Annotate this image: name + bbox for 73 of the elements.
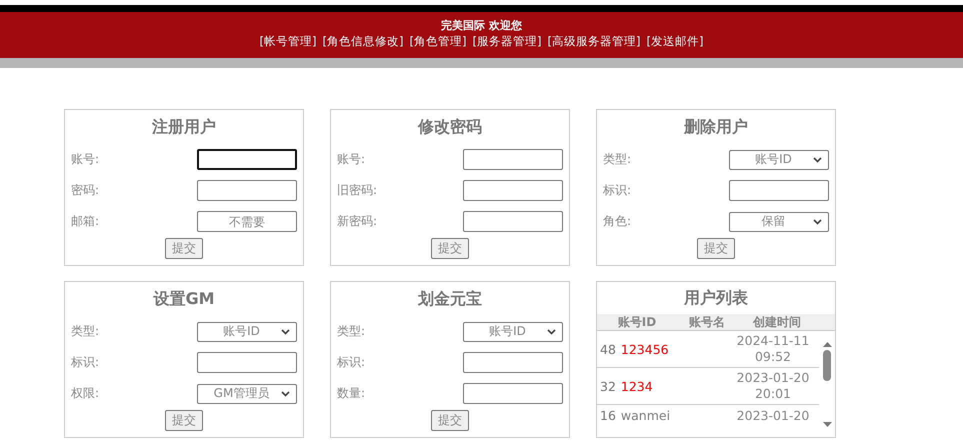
user-id: 32 [600, 378, 616, 394]
input-field[interactable] [463, 149, 563, 170]
field-label: 新密码: [337, 213, 378, 230]
field-label: 类型: [603, 151, 632, 168]
column-header: 账号名 [688, 314, 726, 330]
user-id: 16 [600, 408, 616, 423]
field-label: 标识: [603, 182, 632, 199]
column-header: 账号ID [616, 314, 658, 330]
field-label: 旧密码: [337, 182, 378, 199]
created-time: 09:52 [754, 349, 792, 365]
panel-title: 设置GM [152, 288, 216, 310]
user-id: 48 [600, 342, 616, 356]
input-field[interactable] [197, 149, 297, 170]
panel-title: 删除用户 [682, 116, 749, 138]
field-label: 标识: [337, 354, 366, 371]
table-row[interactable]: 16 wanmei 2023-01-20 [597, 405, 819, 436]
field-label: 权限: [71, 385, 100, 402]
field-label: 类型: [71, 323, 100, 340]
created-time: 2024-11-11 [736, 333, 810, 349]
nav-link[interactable]: [高级服务器管理] [547, 33, 640, 50]
input-field[interactable] [197, 352, 297, 373]
field-label: 邮箱: [71, 213, 100, 230]
input-field[interactable] [463, 383, 563, 404]
user-name: 123456 [620, 342, 669, 356]
nav-link[interactable]: [帐号管理] [260, 33, 317, 50]
scroll-up-icon[interactable] [822, 341, 832, 348]
chevron-icon [281, 390, 290, 396]
field-label: 标识: [71, 354, 100, 371]
dropdown[interactable]: GM管理员 [197, 384, 297, 404]
field-label: 账号: [337, 151, 366, 168]
nav-link[interactable]: [发送邮件] [646, 33, 704, 50]
chevron-icon [813, 218, 822, 224]
chevron-icon [813, 156, 822, 162]
site-title: 完美国际 欢迎您 [441, 19, 522, 33]
table-row[interactable]: 48 123456 2024-11-11 09:52 [597, 331, 819, 368]
input-field[interactable] [729, 180, 829, 201]
dropdown[interactable]: 账号ID [463, 322, 563, 342]
nav-link[interactable]: [服务器管理] [472, 33, 542, 50]
dropdown[interactable]: 保留 [729, 212, 829, 232]
table-row[interactable]: 32 1234 2023-01-20 20:01 [597, 368, 819, 405]
scrollbar-thumb[interactable] [823, 350, 831, 381]
created-time: 2023-01-20 [736, 370, 810, 386]
user-name: wanmei [620, 408, 670, 423]
panel-title: 修改密码 [416, 116, 483, 138]
nav-link[interactable]: [角色信息修改] [322, 33, 404, 50]
input-field[interactable] [197, 180, 297, 201]
panel-title: 划金元宝 [416, 288, 483, 310]
submit-button[interactable]: 提交 [431, 238, 469, 259]
input-field[interactable] [463, 352, 563, 373]
column-header: 创建时间 [752, 314, 802, 330]
field-label: 数量: [337, 385, 366, 402]
scroll-down-icon[interactable] [822, 421, 832, 428]
chevron-icon [547, 328, 556, 334]
field-label: 密码: [71, 182, 100, 199]
dropdown[interactable]: 账号ID [197, 322, 297, 342]
created-time: 2023-01-20 [736, 408, 810, 424]
panel-title: 注册用户 [151, 116, 217, 138]
submit-button[interactable]: 提交 [165, 238, 203, 259]
submit-button[interactable]: 提交 [431, 410, 469, 431]
input-field[interactable]: 不需要 [197, 211, 297, 232]
submit-button[interactable]: 提交 [697, 238, 735, 259]
chevron-icon [281, 328, 290, 334]
created-time: 20:01 [754, 386, 792, 402]
submit-button[interactable]: 提交 [165, 410, 203, 431]
field-label: 角色: [603, 213, 632, 230]
field-label: 账号: [71, 151, 100, 168]
user-name: 1234 [620, 378, 653, 394]
input-field[interactable] [463, 180, 563, 201]
input-field[interactable] [463, 211, 563, 232]
nav-link[interactable]: [角色管理] [410, 33, 466, 50]
field-label: 类型: [337, 323, 366, 340]
panel-title: 用户列表 [682, 287, 749, 309]
dropdown[interactable]: 账号ID [729, 150, 829, 170]
